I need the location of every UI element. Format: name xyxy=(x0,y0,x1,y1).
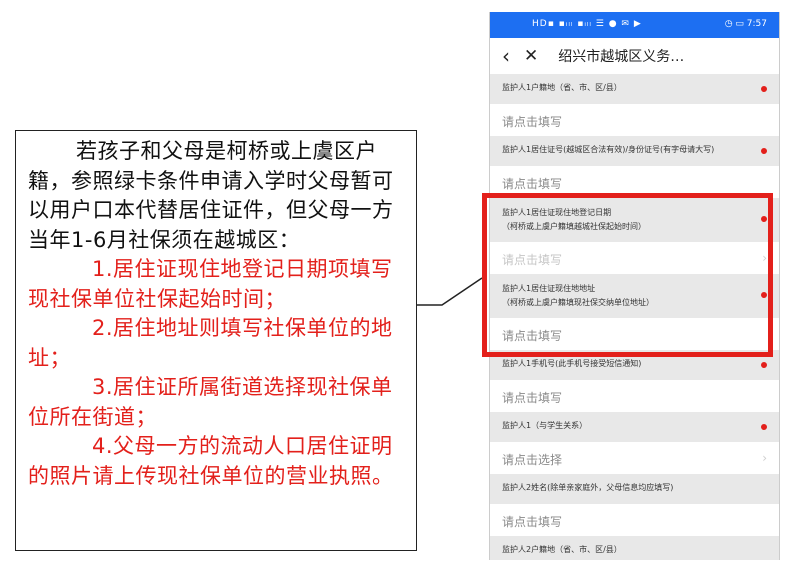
chevron-right-icon: › xyxy=(762,451,767,465)
registration-date-input[interactable]: 请点击填写 › xyxy=(490,242,779,274)
hukou-input[interactable]: 请点击填写 xyxy=(490,104,779,136)
field-sublabel-text: （柯桥或上虞户籍填现社保交纳单位地址） xyxy=(502,298,654,307)
field-label-text: 监护人1户籍地（省、市、区/县） xyxy=(502,83,622,92)
field-label-text: 监护人1居住证现住地地址 xyxy=(502,284,596,293)
field-label-text: 监护人2户籍地（省、市、区/县） xyxy=(502,545,622,554)
required-dot xyxy=(761,216,767,222)
back-icon[interactable]: ‹ xyxy=(502,46,510,66)
page-title: 绍兴市越城区义务… xyxy=(558,49,685,65)
field-label-text: 监护人2姓名(除单亲家庭外，父母信息均应填写) xyxy=(502,483,674,492)
chevron-right-icon: › xyxy=(762,251,767,265)
phone-screen: HD▪ ▪ᵢₗₗ ▪ᵢₗₗ ☰ ● ✉ ▶ ◷ ▭ 7:57 ‹ ✕ 绍兴市越城… xyxy=(489,12,780,560)
residence-address-input[interactable]: 请点击填写 xyxy=(490,318,779,350)
required-dot xyxy=(761,86,767,92)
status-bar: HD▪ ▪ᵢₗₗ ▪ᵢₗₗ ☰ ● ✉ ▶ ◷ ▭ 7:57 xyxy=(490,12,779,38)
field-sublabel-text: （柯桥或上虞户籍填越城社保起始时间） xyxy=(502,222,646,231)
field-label-text: 监护人1居住证号(越城区合法有效)/身份证号(有字母请大写) xyxy=(502,145,715,154)
status-clock: ◷ ▭ 7:57 xyxy=(724,19,767,29)
field-label-residence-address: 监护人1居住证现住地地址 （柯桥或上虞户籍填现社保交纳单位地址） xyxy=(490,274,779,318)
field-label-residence-id: 监护人1居住证号(越城区合法有效)/身份证号(有字母请大写) xyxy=(490,136,779,166)
residence-id-input[interactable]: 请点击填写 xyxy=(490,166,779,198)
phone-input[interactable]: 请点击填写 xyxy=(490,380,779,412)
required-dot xyxy=(761,424,767,430)
field-label-text: 监护人1居住证现住地登记日期 xyxy=(502,208,612,217)
field-label-guardian2-hukou: 监护人2户籍地（省、市、区/县） xyxy=(490,536,779,560)
field-label-text: 监护人1（与学生关系） xyxy=(502,421,588,430)
field-label-registration-date: 监护人1居住证现住地登记日期 （柯桥或上虞户籍填越城社保起始时间） xyxy=(490,198,779,242)
field-label-hukou: 监护人1户籍地（省、市、区/县） xyxy=(490,74,779,104)
field-label-text: 监护人1手机号(此手机号接受短信通知) xyxy=(502,359,642,368)
required-dot xyxy=(761,292,767,298)
input-placeholder: 请点击选择 xyxy=(502,453,563,467)
nav-bar: ‹ ✕ 绍兴市越城区义务… xyxy=(490,38,779,74)
required-dot xyxy=(761,362,767,368)
status-icons: HD▪ ▪ᵢₗₗ ▪ᵢₗₗ ☰ ● ✉ ▶ xyxy=(532,19,642,29)
required-dot xyxy=(761,148,767,154)
close-icon[interactable]: ✕ xyxy=(524,46,538,66)
field-label-relationship: 监护人1（与学生关系） xyxy=(490,412,779,442)
field-label-guardian2-name: 监护人2姓名(除单亲家庭外，父母信息均应填写) xyxy=(490,474,779,504)
guardian2-name-input[interactable]: 请点击填写 xyxy=(490,504,779,536)
field-label-phone: 监护人1手机号(此手机号接受短信通知) xyxy=(490,350,779,380)
input-placeholder: 请点击填写 xyxy=(502,253,563,267)
relationship-select[interactable]: 请点击选择 › xyxy=(490,442,779,474)
